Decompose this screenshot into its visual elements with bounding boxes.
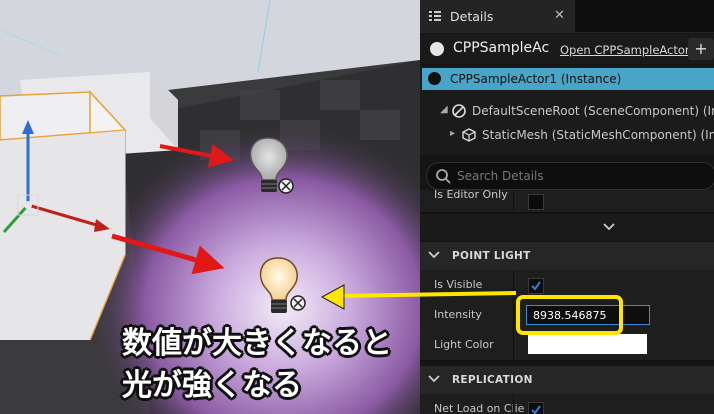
prop-row-editor-only: Is Editor Only: [420, 190, 714, 213]
scene-root-icon: [452, 104, 466, 118]
close-icon[interactable]: ✕: [554, 8, 565, 23]
details-panel-icon: [429, 10, 441, 22]
expand-arrow-icon: ◢: [440, 104, 448, 115]
chevron-down-icon: [603, 223, 615, 231]
actor-sphere-icon: [430, 42, 444, 56]
section-title: REPLICATION: [452, 374, 533, 386]
is-visible-checkbox[interactable]: [528, 278, 544, 294]
tree-item-label: StaticMesh (StaticMeshComponent) (Inhe: [482, 128, 714, 142]
expand-arrow-icon: ▸: [450, 128, 456, 139]
tree-item-static-mesh[interactable]: ▸ StaticMesh (StaticMeshComponent) (Inhe: [422, 124, 714, 146]
section-title: POINT LIGHT: [452, 250, 531, 262]
prop-divider: [513, 330, 514, 360]
tab-bar: Details ✕: [420, 0, 714, 33]
search-input[interactable]: [455, 166, 709, 186]
chevron-down-icon: [428, 251, 440, 259]
prop-label: Intensity: [434, 308, 482, 321]
advanced-expander[interactable]: [420, 214, 714, 240]
prop-label: Light Color: [434, 338, 494, 351]
tree-item-default-scene-root[interactable]: ◢ DefaultSceneRoot (SceneComponent) (Inh…: [422, 100, 714, 122]
prop-divider: [513, 190, 514, 212]
prop-row-light-color: Light Color: [420, 330, 714, 361]
actor-name[interactable]: CPPSampleAc: [453, 40, 549, 56]
chevron-down-icon: [428, 375, 440, 383]
actor-header: CPPSampleAc Open CPPSampleActor +: [420, 34, 714, 64]
checkmark-icon: [531, 281, 541, 291]
prop-label: Is Visible: [434, 278, 483, 291]
checkmark-icon: [531, 405, 541, 414]
prop-row-intensity: Intensity: [420, 300, 714, 331]
light-color-swatch[interactable]: [528, 334, 647, 354]
search-details[interactable]: [426, 162, 714, 190]
prop-row-net-load: Net Load on Clie: [420, 394, 714, 414]
tab-details-label: Details: [450, 9, 494, 24]
net-load-checkbox[interactable]: [528, 402, 544, 414]
prop-label: Net Load on Clie: [434, 402, 525, 414]
tree-item-label: DefaultSceneRoot (SceneComponent) (Inhe: [472, 104, 714, 118]
prop-row-is-visible: Is Visible: [420, 270, 714, 301]
section-replication[interactable]: REPLICATION: [420, 366, 714, 394]
prop-divider: [513, 270, 514, 300]
prop-label: Is Editor Only: [434, 190, 508, 201]
editor-only-checkbox[interactable]: [528, 194, 544, 210]
add-component-button[interactable]: +: [688, 38, 714, 60]
actor-sphere-icon: [428, 72, 441, 85]
prop-divider: [513, 300, 514, 330]
prop-divider: [513, 394, 514, 414]
search-icon: [436, 169, 451, 184]
cube-icon: [462, 128, 476, 142]
tree-item-actor-instance[interactable]: CPPSampleActor1 (Instance): [422, 68, 714, 90]
tree-item-label: CPPSampleActor1 (Instance): [450, 72, 622, 86]
tab-details[interactable]: Details ✕: [420, 0, 575, 32]
level-viewport[interactable]: [0, 0, 420, 414]
open-blueprint-link[interactable]: Open CPPSampleActor: [560, 43, 690, 57]
component-tree: CPPSampleActor1 (Instance) ◢ DefaultScen…: [420, 66, 714, 154]
details-panel: Details ✕ CPPSampleAc Open CPPSampleActo…: [420, 0, 714, 414]
intensity-field[interactable]: [526, 305, 650, 325]
section-point-light[interactable]: POINT LIGHT: [420, 242, 714, 270]
